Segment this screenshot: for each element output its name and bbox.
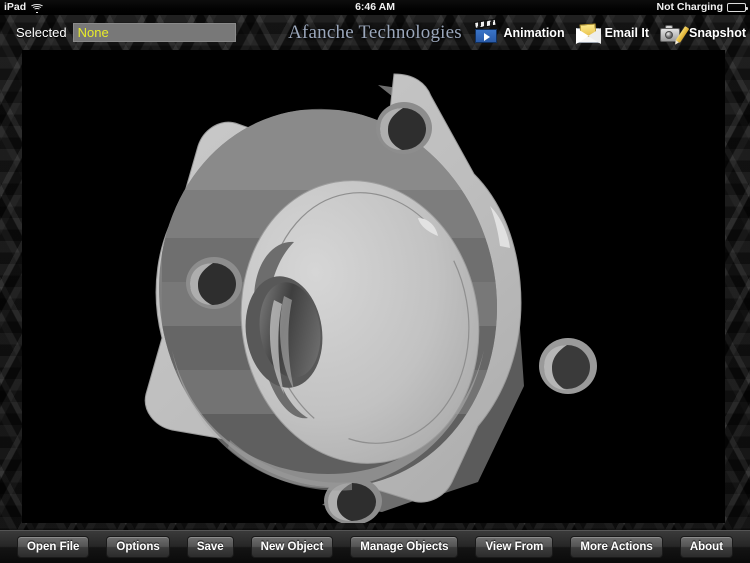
save-button[interactable]: Save [186,536,234,558]
envelope-icon [575,21,602,45]
bolt-hole-top [376,102,432,154]
app-root: iPad 6:46 AM Not Charging Selected None … [0,0,750,563]
selected-object-field[interactable]: None [72,23,236,42]
bolt-hole-right [539,338,597,394]
app-header: Selected None Afanche Technologies Anima… [0,15,750,50]
model-viewport[interactable] [22,50,725,523]
camera-pencil-icon [659,21,690,45]
email-it-button-label: Email It [604,26,650,40]
status-bar-right: Not Charging [656,0,748,15]
about-button[interactable]: About [679,536,734,558]
bolt-hole-left [186,257,242,309]
header-action-group: Animation Email It Snapshot [473,18,746,47]
more-actions-button[interactable]: More Actions [570,536,663,558]
status-bar-clock: 6:46 AM [355,1,395,13]
animation-button[interactable]: Animation [473,18,565,47]
cad-model-render [22,50,725,523]
selected-object-row: Selected None [16,23,236,42]
snapshot-button[interactable]: Snapshot [659,19,746,47]
bottom-toolbar: Open File Options Save New Object Manage… [0,530,750,563]
new-object-button[interactable]: New Object [250,536,334,558]
battery-icon [727,3,748,12]
manage-objects-button[interactable]: Manage Objects [350,536,459,558]
view-from-button[interactable]: View From [475,536,554,558]
email-it-button[interactable]: Email It [575,19,649,47]
open-file-button[interactable]: Open File [16,536,90,558]
animation-button-label: Animation [503,26,565,40]
ios-status-bar: iPad 6:46 AM Not Charging [0,0,750,15]
selected-label: Selected [16,25,67,40]
battery-status-text: Not Charging [656,1,724,13]
clapperboard-icon [473,18,500,45]
options-button[interactable]: Options [106,536,170,558]
snapshot-button-label: Snapshot [689,26,746,40]
